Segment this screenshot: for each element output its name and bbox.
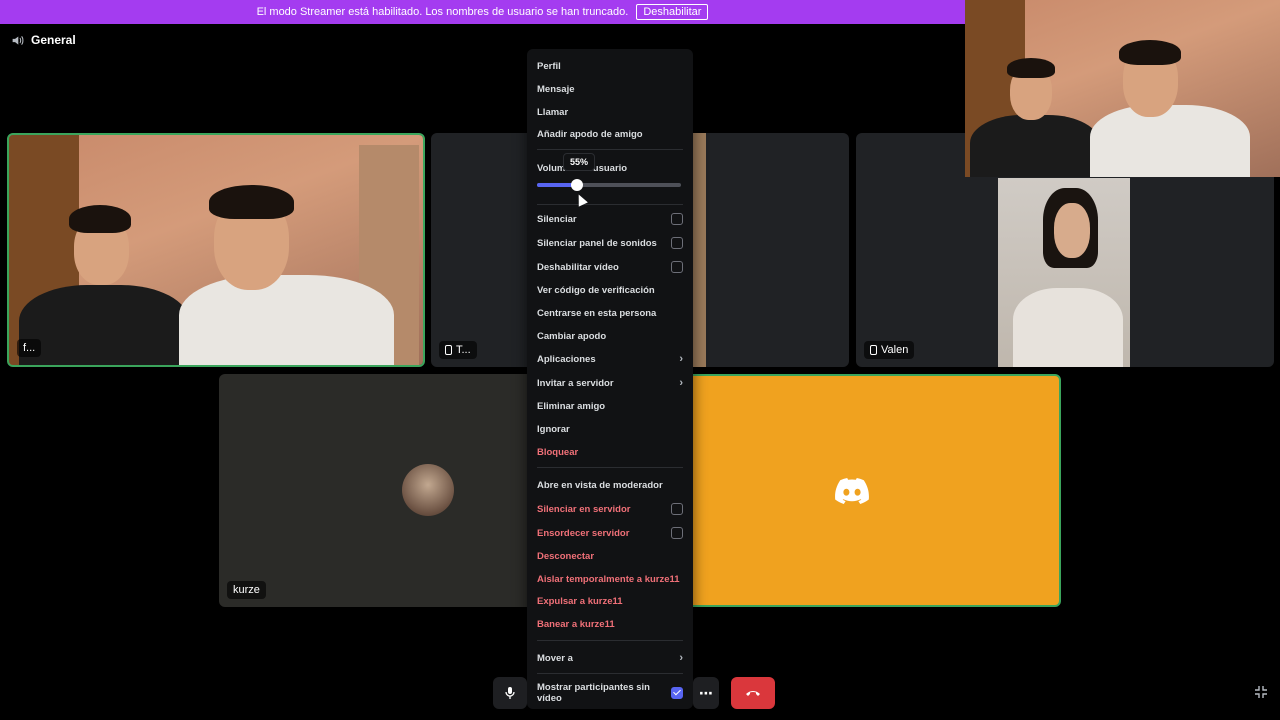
streamer-mode-banner: El modo Streamer está habilitado. Los no… xyxy=(0,0,965,24)
streamer-mode-text: El modo Streamer está habilitado. Los no… xyxy=(256,6,629,18)
mute-soundboard-checkbox[interactable] xyxy=(671,237,683,249)
menu-item-kick[interactable]: Expulsar a kurze11 xyxy=(537,592,683,610)
menu-item-server-deafen[interactable]: Ensordecer servidor xyxy=(537,524,683,542)
disable-video-checkbox[interactable] xyxy=(671,261,683,273)
menu-item-show-no-video[interactable]: Mostrar participantes sin vídeo xyxy=(537,682,683,704)
chevron-right-icon: › xyxy=(679,377,683,389)
more-dots-icon: ⋯ xyxy=(699,684,713,701)
exit-fullscreen-icon[interactable] xyxy=(1254,685,1268,699)
menu-item-apps[interactable]: Aplicaciones › xyxy=(537,350,683,368)
menu-item-disable-video[interactable]: Deshabilitar vídeo xyxy=(537,258,683,276)
disconnect-call-button[interactable] xyxy=(731,677,775,709)
show-no-video-checkbox[interactable] xyxy=(671,687,683,699)
menu-item-move-to[interactable]: Mover a › xyxy=(537,649,683,667)
menu-item-block[interactable]: Bloquear xyxy=(537,443,683,461)
disable-streamer-button[interactable]: Deshabilitar xyxy=(636,4,709,20)
menu-item-mute-soundboard[interactable]: Silenciar panel de sonidos xyxy=(537,234,683,252)
volume-slider[interactable] xyxy=(537,179,681,191)
menu-item-message[interactable]: Mensaje xyxy=(537,80,683,98)
participant-label: T... xyxy=(439,341,477,359)
microphone-button[interactable] xyxy=(493,677,527,709)
chevron-right-icon: › xyxy=(679,353,683,365)
server-deafen-checkbox[interactable] xyxy=(671,527,683,539)
menu-item-invite-server[interactable]: Invitar a servidor › xyxy=(537,374,683,392)
video-feed xyxy=(9,135,423,365)
menu-item-view-verification-code[interactable]: Ver código de verificación xyxy=(537,281,683,299)
chevron-right-icon: › xyxy=(679,652,683,664)
server-mute-checkbox[interactable] xyxy=(671,503,683,515)
menu-item-timeout[interactable]: Aislar temporalmente a kurze11 xyxy=(537,570,683,588)
menu-item-server-mute[interactable]: Silenciar en servidor xyxy=(537,500,683,518)
phone-icon xyxy=(445,345,452,355)
menu-item-change-nickname[interactable]: Cambiar apodo xyxy=(537,327,683,345)
volume-tooltip: 55% xyxy=(563,153,596,171)
phone-icon xyxy=(870,345,877,355)
channel-name: General xyxy=(31,33,76,47)
volume-slider-handle[interactable] xyxy=(571,179,584,191)
menu-item-call[interactable]: Llamar xyxy=(537,103,683,121)
menu-item-mute[interactable]: Silenciar xyxy=(537,210,683,228)
video-tile-5[interactable] xyxy=(643,374,1061,607)
more-options-button[interactable]: ⋯ xyxy=(693,677,719,709)
menu-item-add-nickname[interactable]: Añadir apodo de amigo xyxy=(537,125,683,143)
avatar xyxy=(402,464,454,516)
microphone-icon xyxy=(505,687,515,699)
participant-label: kurze xyxy=(227,581,266,599)
volume-label: Volumen de usuario xyxy=(537,162,628,174)
mute-checkbox[interactable] xyxy=(671,213,683,225)
menu-item-remove-friend[interactable]: Eliminar amigo xyxy=(537,397,683,415)
menu-item-focus-person[interactable]: Centrarse en esta persona xyxy=(537,304,683,322)
participant-label: Valen xyxy=(864,341,915,359)
menu-item-disconnect[interactable]: Desconectar xyxy=(537,547,683,565)
menu-item-profile[interactable]: Perfil xyxy=(537,57,683,75)
menu-item-ignore[interactable]: Ignorar xyxy=(537,420,683,438)
self-video-preview[interactable] xyxy=(965,0,1280,177)
speaker-icon xyxy=(12,35,24,45)
hang-up-icon xyxy=(746,691,760,696)
participant-label: f... xyxy=(17,339,42,357)
discord-logo-icon xyxy=(835,477,869,504)
menu-item-mod-view[interactable]: Abre en vista de moderador xyxy=(537,476,683,494)
video-tile-1[interactable]: f... xyxy=(7,133,425,367)
menu-item-ban[interactable]: Banear a kurze11 xyxy=(537,615,683,633)
channel-header: General xyxy=(11,33,76,47)
user-context-menu: Perfil Mensaje Llamar Añadir apodo de am… xyxy=(527,49,693,709)
